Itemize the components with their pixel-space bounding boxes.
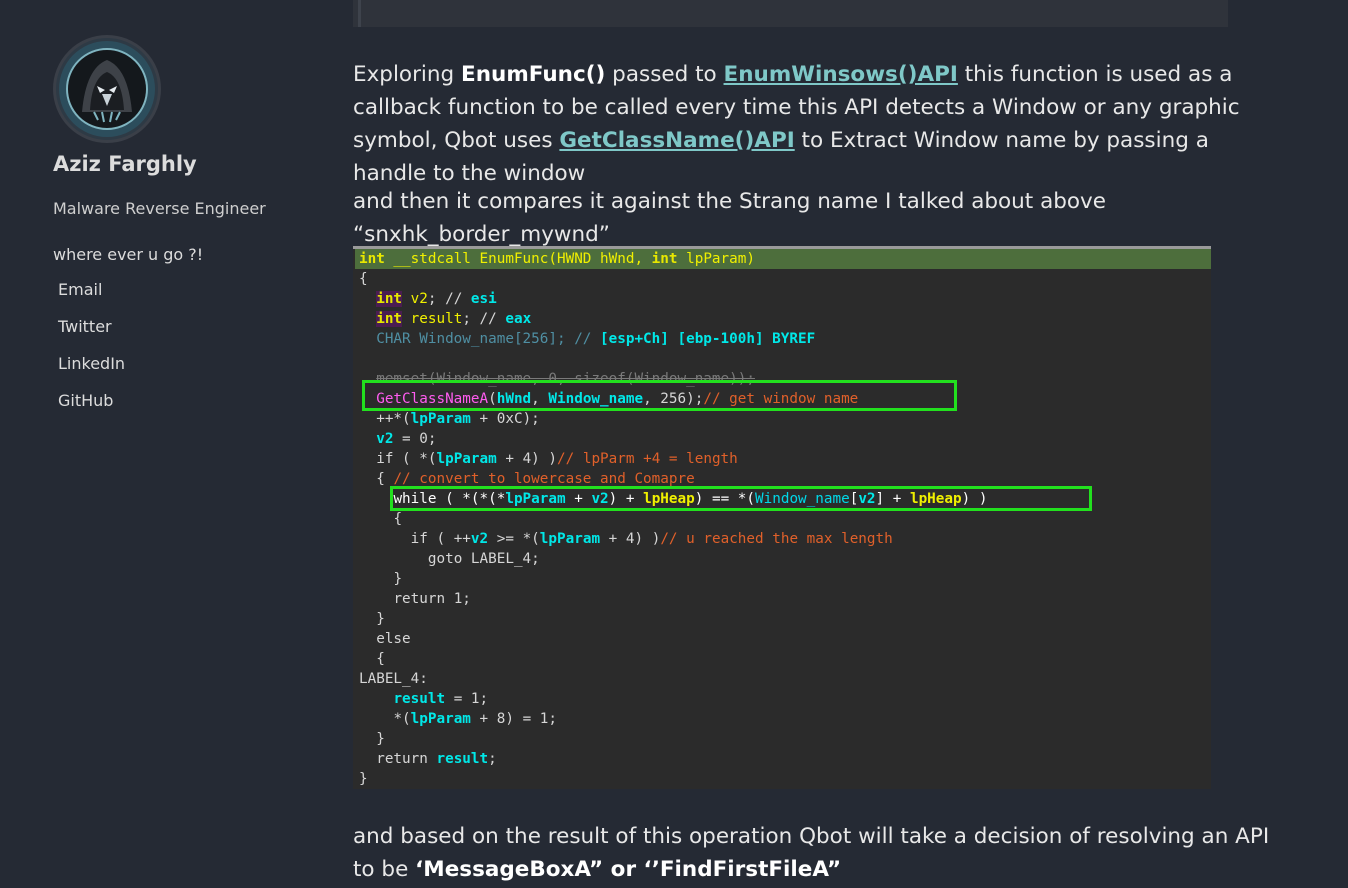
social-link-email-item: Email: [58, 280, 125, 317]
code-token: ; //: [427, 291, 471, 307]
code-token: LABEL_4:: [359, 671, 428, 687]
code-token: [esp+Ch] [ebp-100h] BYREF: [600, 331, 816, 347]
getclassname-api-link[interactable]: GetClassName()API: [559, 128, 794, 153]
code-token: else: [376, 631, 411, 647]
while-compare-highlight-box: [390, 486, 1092, 511]
code-token: int: [359, 251, 385, 267]
code-screenshot: int __stdcall EnumFunc(HWND hWnd, int lp…: [353, 246, 1211, 789]
code-token: {: [376, 471, 394, 487]
code-token: return: [376, 751, 437, 767]
social-links: Email Twitter LinkedIn GitHub: [58, 280, 125, 428]
code-token: }: [376, 611, 385, 627]
code-token: }: [359, 771, 368, 787]
code-token: {: [376, 651, 385, 667]
getclassname-highlight-box: [362, 380, 957, 411]
author-name: Aziz Farghly: [53, 152, 197, 176]
article-paragraph-2: and then it compares it against the Stra…: [353, 189, 1107, 247]
code-token: int: [376, 311, 403, 327]
code-token: + 8) = 1;: [470, 711, 557, 727]
social-link-linkedin-item: LinkedIn: [58, 354, 125, 391]
code-token: // u reached the max length: [660, 531, 893, 547]
code-token: lpParam: [410, 711, 471, 727]
code-token: + 4) ): [600, 531, 661, 547]
code-token: lpParam: [539, 531, 601, 547]
code-token: *(: [393, 711, 411, 727]
code-token: v2: [410, 291, 428, 307]
p3-bold-apis: ‘MessageBoxA” or ‘’FindFirstFileA”: [415, 857, 842, 882]
code-token: if ( ++: [410, 531, 471, 547]
code-token: int: [651, 251, 678, 267]
code-token: eax: [505, 311, 532, 327]
email-link[interactable]: Email: [58, 280, 102, 299]
code-token: lpParam): [677, 251, 755, 267]
p1-text-2: passed to: [605, 62, 724, 87]
social-link-github-item: GitHub: [58, 391, 125, 428]
code-token: {: [359, 271, 368, 287]
linkedin-link[interactable]: LinkedIn: [58, 354, 125, 373]
code-block-edge: [358, 0, 361, 27]
code-token: return 1;: [393, 591, 471, 607]
code-token: = 1;: [445, 691, 489, 707]
avatar[interactable]: [53, 35, 161, 143]
code-token: result: [393, 691, 446, 707]
code-token: ++*(: [376, 411, 411, 427]
code-token: __stdcall EnumFunc(HWND hWnd,: [384, 251, 652, 267]
code-token: lpParam: [436, 451, 497, 467]
code-token: }: [393, 571, 403, 587]
enumwindows-api-link[interactable]: EnumWinsows()API: [724, 62, 958, 87]
social-link-twitter-item: Twitter: [58, 317, 125, 354]
code-token: // lpParm +4 = length: [557, 451, 738, 467]
enumfunc-bold: EnumFunc(): [461, 62, 606, 87]
code-token: ; //: [462, 311, 506, 327]
author-tagline: where ever u go ?!: [53, 245, 204, 264]
code-token: v2: [470, 531, 489, 547]
code-token: result: [436, 751, 489, 767]
code-token: lpParam: [410, 411, 471, 427]
code-token: }: [376, 731, 385, 747]
code-token: v2: [376, 431, 394, 447]
twitter-link[interactable]: Twitter: [58, 317, 112, 336]
article-paragraph-1: Exploring EnumFunc() passed to EnumWinso…: [353, 58, 1273, 190]
code-token: + 4) ): [496, 451, 558, 467]
code-token: if ( *(: [376, 451, 437, 467]
decompiled-code: int __stdcall EnumFunc(HWND hWnd, int lp…: [359, 251, 988, 787]
code-token: // convert to lowercase and Comapre: [393, 471, 695, 487]
previous-code-block: [353, 0, 1228, 27]
code-token: result: [410, 311, 463, 327]
p1-text-1: Exploring: [353, 62, 462, 87]
code-token: ;: [488, 751, 497, 767]
article-paragraph-3: and based on the result of this operatio…: [353, 820, 1273, 886]
code-token: esi: [470, 291, 497, 307]
code-token: >= *(: [488, 531, 540, 547]
author-role: Malware Reverse Engineer: [53, 199, 266, 218]
code-token: = 0;: [393, 431, 437, 447]
hooded-eagle-avatar-icon: [59, 41, 155, 137]
code-token: goto LABEL_4;: [427, 551, 540, 567]
github-link[interactable]: GitHub: [58, 391, 113, 410]
code-token: {: [393, 511, 403, 527]
code-token: CHAR Window_name[256]; //: [376, 331, 601, 347]
code-token: int: [376, 291, 403, 307]
code-token: + 0xC);: [470, 411, 540, 427]
